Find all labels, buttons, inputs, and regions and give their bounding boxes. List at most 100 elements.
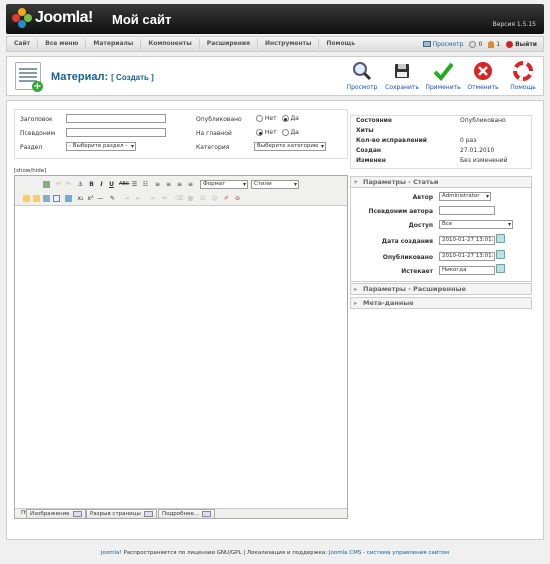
page-break-button[interactable]: Разрыв страницы: [86, 509, 157, 519]
joomla-logo-icon: [12, 8, 32, 28]
menu-item-help[interactable]: Помощь: [319, 39, 362, 49]
users-icon: [488, 40, 495, 48]
messages-link[interactable]: 0: [469, 40, 482, 48]
read-more-button[interactable]: Подробнее...: [158, 509, 216, 519]
styles-select[interactable]: Стили: [251, 180, 299, 189]
cut-icon[interactable]: [23, 195, 30, 202]
strikethrough-icon[interactable]: ABC: [119, 181, 129, 188]
visualaid-icon[interactable]: ▦: [187, 195, 194, 202]
users-online[interactable]: 1: [488, 40, 500, 48]
image-icon[interactable]: [43, 181, 50, 188]
created-date-input[interactable]: 2010-01-27 13:01:30: [439, 236, 495, 245]
author-alias-label: Псевдоним автора: [368, 208, 433, 215]
preview-link[interactable]: Просмотр: [422, 41, 463, 48]
logout-link[interactable]: Выйти: [506, 40, 537, 48]
underline-icon[interactable]: U: [108, 181, 115, 188]
align-left-icon[interactable]: ≡: [154, 181, 161, 188]
publish-up-label: Опубликовано: [382, 254, 433, 261]
access-select[interactable]: Все: [439, 220, 513, 229]
published-yes-radio[interactable]: [281, 115, 289, 122]
joomla-logo: Joomla!: [12, 8, 93, 28]
redo-icon[interactable]: ↷: [65, 181, 72, 188]
calendar-icon[interactable]: [496, 264, 505, 273]
superscript-icon[interactable]: x²: [87, 195, 94, 202]
article-params-header[interactable]: Параметры - Статьи: [350, 176, 532, 188]
menu-item-tools[interactable]: Инструменты: [258, 39, 320, 49]
section-select[interactable]: - Выберите раздел -: [66, 142, 136, 151]
revisions-value: 0 раз: [460, 137, 477, 144]
author-select[interactable]: Administrator: [439, 192, 491, 201]
category-label: Категория: [196, 144, 230, 151]
undo-icon[interactable]: ↶: [55, 181, 62, 188]
frontpage-yes-radio[interactable]: [281, 129, 289, 136]
published-no-radio[interactable]: [256, 115, 263, 122]
align-right-icon[interactable]: ≡: [176, 181, 183, 188]
cleanup-icon[interactable]: ⌫: [175, 195, 183, 202]
editor-toggle-link[interactable]: [show/hide]: [14, 168, 46, 174]
unlink-icon[interactable]: ⚮: [161, 195, 168, 202]
numbered-list-icon[interactable]: ☷: [142, 181, 149, 188]
fullscreen-icon[interactable]: ✐: [223, 195, 230, 202]
html-source-icon[interactable]: ⊖: [234, 195, 241, 202]
link-icon[interactable]: ∞: [149, 195, 156, 202]
align-justify-icon[interactable]: ≡: [187, 181, 194, 188]
paste-word-icon[interactable]: [43, 195, 50, 202]
modified-value: Без изменений: [460, 157, 508, 164]
menu-item-menus[interactable]: Все меню: [38, 39, 87, 49]
joomla-cms-link[interactable]: Joomla CMS - система управления сайтом: [329, 550, 449, 556]
emotions-icon[interactable]: ☺: [211, 195, 218, 202]
state-value: Опубликовано: [460, 117, 506, 124]
alias-label: Псевдоним: [20, 130, 56, 137]
subscript-icon[interactable]: x₂: [77, 195, 84, 202]
table-icon[interactable]: [53, 195, 60, 202]
published-radio-group: Нет Да: [256, 115, 299, 122]
author-alias-input[interactable]: [439, 206, 495, 215]
state-label: Состояние: [356, 117, 392, 124]
version-label: Версия 1.5.15: [492, 21, 536, 28]
published-label: Опубликовано: [196, 116, 242, 123]
menu-item-content[interactable]: Материалы: [86, 39, 142, 49]
charmap-icon[interactable]: Ω: [199, 195, 206, 202]
indent-icon[interactable]: ⇥: [123, 195, 130, 202]
alias-input[interactable]: [66, 128, 166, 137]
horizontal-rule-icon[interactable]: —: [97, 195, 104, 202]
outdent-icon[interactable]: ⇤: [135, 195, 142, 202]
media-icon[interactable]: [65, 195, 72, 202]
format-select[interactable]: Формат: [200, 180, 248, 189]
insert-image-button[interactable]: Изображение: [26, 509, 86, 519]
bold-icon[interactable]: B: [88, 181, 95, 188]
main-menu: Сайт Все меню Материалы Компоненты Расши…: [6, 36, 544, 52]
anchor-icon[interactable]: ⚓: [77, 181, 84, 188]
publish-up-input[interactable]: 2010-01-27 13:01:30: [439, 252, 495, 261]
calendar-icon[interactable]: [496, 250, 505, 259]
metadata-header[interactable]: Мета-данные: [350, 297, 532, 309]
joomla-link[interactable]: Joomla!: [101, 550, 122, 556]
menu-item-components[interactable]: Компоненты: [141, 39, 200, 49]
expires-input[interactable]: Никогда: [439, 266, 495, 275]
article-params-panel: Автор Administrator Псевдоним автора Дос…: [350, 188, 532, 282]
apply-button[interactable]: Применить: [425, 61, 461, 91]
title-input[interactable]: [66, 114, 166, 123]
author-label: Автор: [412, 194, 433, 201]
menu-item-site[interactable]: Сайт: [7, 39, 39, 49]
align-center-icon[interactable]: ≡: [165, 181, 172, 188]
footer: Joomla! Распространяется по лицензии GNU…: [100, 550, 450, 556]
cancel-button[interactable]: Отменить: [465, 61, 501, 91]
bullet-list-icon[interactable]: ☰: [131, 181, 138, 188]
italic-icon[interactable]: I: [98, 181, 105, 188]
article-add-icon: [15, 62, 43, 92]
help-button[interactable]: Помощь: [505, 61, 541, 91]
preview-button[interactable]: Просмотр: [344, 61, 380, 91]
category-select[interactable]: Выберите категорию: [254, 142, 326, 151]
save-button[interactable]: Сохранить: [384, 61, 420, 91]
frontpage-radio-group: Нет Да: [256, 129, 299, 136]
frontpage-label: На главной: [196, 130, 232, 137]
advanced-params-header[interactable]: Параметры - Расширенные: [350, 283, 532, 295]
menu-item-extensions[interactable]: Расширения: [200, 39, 258, 49]
revisions-label: Кол-во исправлений: [356, 137, 427, 144]
calendar-icon[interactable]: [496, 234, 505, 243]
clean-code-icon[interactable]: ✎: [109, 195, 116, 202]
frontpage-no-radio[interactable]: [256, 129, 263, 136]
paste-icon[interactable]: [33, 195, 40, 202]
created-value: 27.01.2010: [460, 147, 495, 154]
